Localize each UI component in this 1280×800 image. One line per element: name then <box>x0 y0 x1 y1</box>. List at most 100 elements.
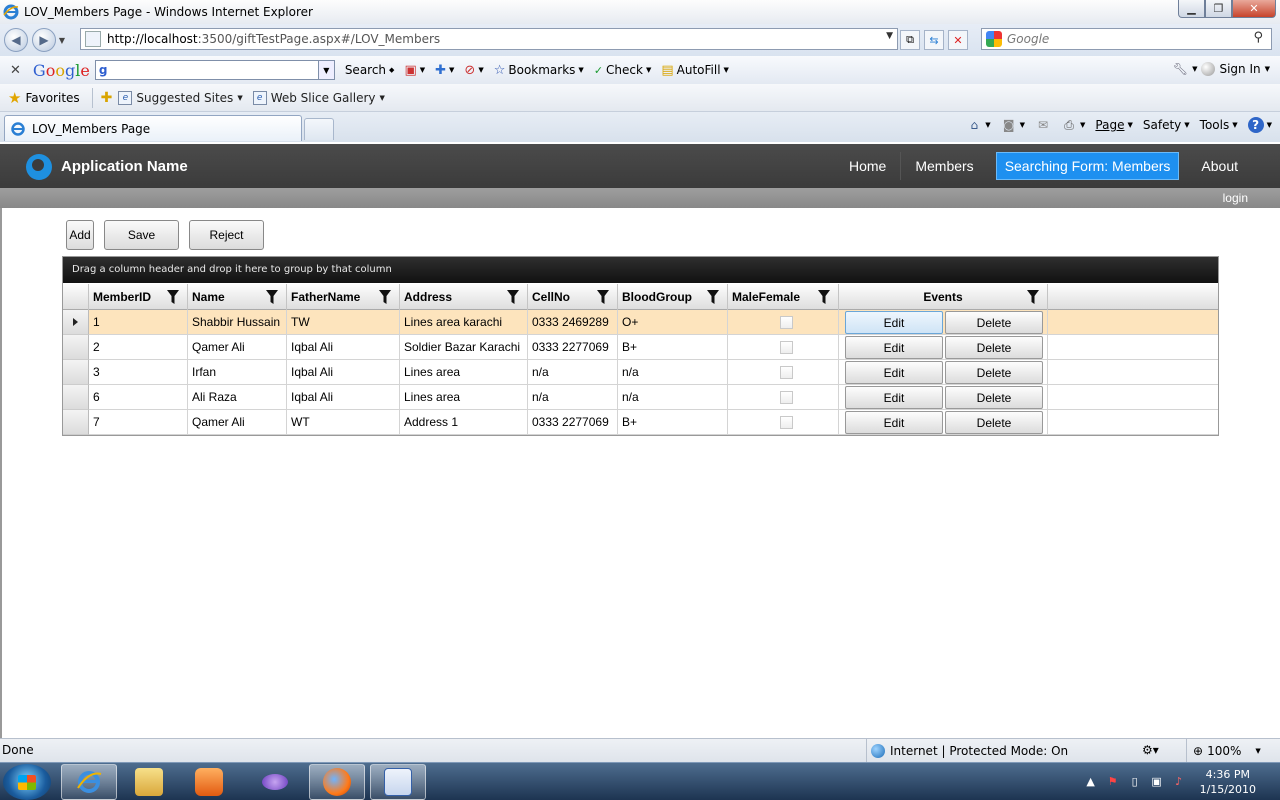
filter-icon[interactable] <box>1027 290 1039 304</box>
nav-members[interactable]: Members <box>900 152 987 180</box>
feeds-button[interactable]: ◙ ▼ <box>1001 117 1025 133</box>
column-header-events[interactable]: Events <box>839 284 1048 310</box>
autofill-button[interactable]: ▤ AutoFill ▼ <box>661 63 729 78</box>
filter-icon[interactable] <box>507 290 519 304</box>
reject-button[interactable]: Reject <box>189 220 264 250</box>
row-selector[interactable] <box>63 310 89 335</box>
column-header-fathername[interactable]: FatherName <box>287 284 400 310</box>
male-female-checkbox[interactable] <box>780 415 793 429</box>
search-history-dropdown[interactable]: ▼ <box>317 61 334 79</box>
taskbar-word[interactable] <box>370 764 426 800</box>
print-button[interactable]: ⎙ ▼ <box>1061 117 1085 133</box>
row-selector[interactable] <box>63 360 89 385</box>
edit-button[interactable]: Edit <box>845 361 943 384</box>
add-button[interactable]: Add <box>66 220 94 250</box>
edit-button[interactable]: Edit <box>845 411 943 434</box>
edit-button[interactable]: Edit <box>845 386 943 409</box>
mail-button[interactable]: ✉ <box>1035 117 1051 133</box>
action-center-icon[interactable]: ⚑ <box>1106 775 1120 789</box>
row-selector[interactable] <box>63 335 89 360</box>
popup-blocker-button[interactable]: ⊘ ▼ <box>464 63 483 78</box>
back-button[interactable]: ◀ <box>4 28 28 52</box>
column-header-address[interactable]: Address <box>400 284 528 310</box>
column-header-name[interactable]: Name <box>188 284 287 310</box>
minimize-button[interactable]: ▁ <box>1178 0 1205 18</box>
home-button[interactable]: ⌂ ▼ <box>966 117 990 133</box>
recent-pages-dropdown[interactable]: ▼ <box>56 36 68 45</box>
spellcheck-button[interactable]: ✓ Check ▼ <box>594 63 652 77</box>
safety-menu[interactable]: Safety ▼ <box>1143 118 1190 132</box>
security-zone[interactable]: Internet | Protected Mode: On <box>866 739 1068 762</box>
filter-icon[interactable] <box>167 290 179 304</box>
plus-button[interactable]: ✚ ▼ <box>435 63 454 78</box>
nav-about[interactable]: About <box>1187 152 1252 180</box>
google-search-button[interactable]: Search ◆ <box>345 63 395 77</box>
nav-searching-form[interactable]: Searching Form: Members <box>995 152 1180 180</box>
filter-icon[interactable] <box>597 290 609 304</box>
edit-button[interactable]: Edit <box>845 336 943 359</box>
row-selector[interactable] <box>63 385 89 410</box>
start-button[interactable] <box>3 764 51 800</box>
forward-button[interactable]: ▶ <box>32 28 56 52</box>
news-button[interactable]: ▣ ▼ <box>404 63 425 78</box>
network-icon[interactable]: ▣ <box>1150 775 1164 789</box>
delete-button[interactable]: Delete <box>945 361 1043 384</box>
protected-mode-icon[interactable]: ⚙▾ <box>1142 743 1159 757</box>
male-female-checkbox[interactable] <box>780 365 793 379</box>
save-button[interactable]: Save <box>104 220 179 250</box>
maximize-button[interactable]: ❐ <box>1205 0 1232 18</box>
battery-icon[interactable]: ▯ <box>1128 775 1142 789</box>
close-window-button[interactable]: ✕ <box>1232 0 1276 18</box>
table-row[interactable]: 1 Shabbir Hussain TW Lines area karachi … <box>89 310 1218 335</box>
group-panel[interactable]: Drag a column header and drop it here to… <box>63 257 1218 283</box>
taskbar-visual-studio[interactable] <box>247 764 303 800</box>
column-header-malefemale[interactable]: MaleFemale <box>728 284 839 310</box>
column-header-bloodgroup[interactable]: BloodGroup <box>618 284 728 310</box>
delete-button[interactable]: Delete <box>945 336 1043 359</box>
help-button[interactable]: ? ▼ <box>1247 117 1272 133</box>
favorites-button[interactable]: Favorites <box>25 91 79 105</box>
nav-home[interactable]: Home <box>835 152 900 180</box>
column-header-cellno[interactable]: CellNo <box>528 284 618 310</box>
page-menu[interactable]: Page ▼ <box>1095 118 1132 132</box>
taskbar-firefox[interactable] <box>309 764 365 800</box>
add-favorite-icon[interactable]: ✚ <box>101 90 113 106</box>
delete-button[interactable]: Delete <box>945 411 1043 434</box>
filter-icon[interactable] <box>818 290 830 304</box>
new-tab-button[interactable] <box>304 118 334 140</box>
refresh-icon[interactable]: ⇆ <box>924 30 944 50</box>
column-header-memberid[interactable]: MemberID <box>89 284 188 310</box>
tools-menu[interactable]: Tools ▼ <box>1200 118 1238 132</box>
row-selector[interactable] <box>63 410 89 435</box>
edit-button[interactable]: Edit <box>845 311 943 334</box>
sign-in-link[interactable]: Sign In <box>1219 62 1260 76</box>
system-clock[interactable]: 4:36 PM 1/15/2010 <box>1200 767 1256 797</box>
zoom-control[interactable]: ⊕ 100% ▼ <box>1186 739 1261 762</box>
delete-button[interactable]: Delete <box>945 386 1043 409</box>
male-female-checkbox[interactable] <box>780 390 793 404</box>
url-input[interactable]: http://localhost:3500/giftTestPage.aspx#… <box>80 28 898 50</box>
show-hidden-icons[interactable]: ▲ <box>1084 775 1098 789</box>
volume-icon[interactable]: ♪ <box>1172 775 1186 789</box>
male-female-checkbox[interactable] <box>780 315 793 329</box>
login-link[interactable]: login <box>1223 191 1248 205</box>
filter-icon[interactable] <box>707 290 719 304</box>
url-dropdown-icon[interactable]: ▼ <box>886 31 893 41</box>
table-row[interactable]: 6 Ali Raza Iqbal Ali Lines area n/a n/a … <box>89 385 1218 410</box>
wrench-icon[interactable]: 🔧︎ <box>1173 62 1188 76</box>
google-search-input[interactable]: g ▼ <box>94 60 335 80</box>
table-row[interactable]: 7 Qamer Ali WT Address 1 0333 2277069 B+… <box>89 410 1218 435</box>
taskbar-media-player[interactable] <box>181 764 237 800</box>
suggested-sites-link[interactable]: e Suggested Sites ▼ <box>118 90 243 105</box>
close-toolbar-icon[interactable]: ✕ <box>10 63 21 78</box>
tab-lov-members[interactable]: LOV_Members Page <box>4 115 302 141</box>
compatibility-view-icon[interactable]: ⧉ <box>900 30 920 50</box>
delete-button[interactable]: Delete <box>945 311 1043 334</box>
male-female-checkbox[interactable] <box>780 340 793 354</box>
web-slice-gallery-link[interactable]: e Web Slice Gallery ▼ <box>252 90 385 105</box>
taskbar-internet-explorer[interactable] <box>61 764 117 800</box>
filter-icon[interactable] <box>266 290 278 304</box>
filter-icon[interactable] <box>379 290 391 304</box>
bookmarks-button[interactable]: ☆ Bookmarks ▼ <box>494 63 584 78</box>
table-row[interactable]: 3 Irfan Iqbal Ali Lines area n/a n/a Edi… <box>89 360 1218 385</box>
